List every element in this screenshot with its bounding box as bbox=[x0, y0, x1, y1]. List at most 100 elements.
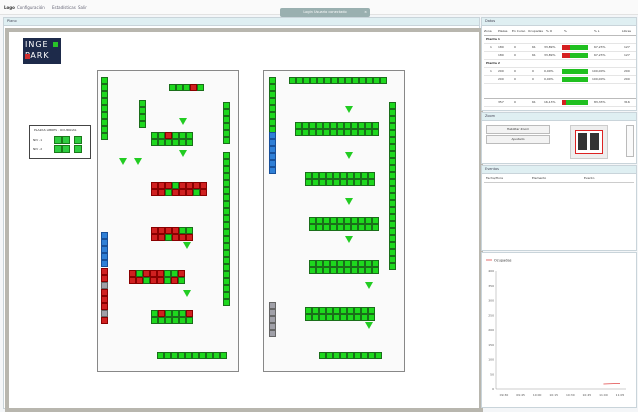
parking-spot[interactable] bbox=[179, 132, 186, 139]
parking-spot[interactable] bbox=[101, 91, 108, 98]
parking-spot[interactable] bbox=[269, 77, 276, 84]
parking-spot[interactable] bbox=[358, 224, 365, 231]
parking-spot[interactable] bbox=[269, 330, 276, 337]
parking-spot[interactable] bbox=[389, 207, 396, 214]
parking-spot[interactable] bbox=[389, 242, 396, 249]
parking-spot[interactable] bbox=[269, 309, 276, 316]
parking-spot[interactable] bbox=[344, 129, 351, 136]
parking-spot[interactable] bbox=[337, 129, 344, 136]
parking-spot[interactable] bbox=[223, 130, 230, 137]
parking-spot[interactable] bbox=[319, 307, 326, 314]
parking-spot[interactable] bbox=[351, 217, 358, 224]
parking-spot[interactable] bbox=[269, 119, 276, 126]
parking-spot[interactable] bbox=[389, 228, 396, 235]
parking-spot[interactable] bbox=[389, 144, 396, 151]
parking-spot[interactable] bbox=[389, 186, 396, 193]
parking-spot[interactable] bbox=[139, 107, 146, 114]
parking-spot[interactable] bbox=[101, 253, 108, 260]
parking-spot[interactable] bbox=[389, 109, 396, 116]
parking-spot[interactable] bbox=[365, 224, 372, 231]
parking-spot[interactable] bbox=[178, 352, 185, 359]
parking-spot[interactable] bbox=[312, 179, 319, 186]
parking-spot[interactable] bbox=[312, 314, 319, 321]
table-row[interactable]: 1 200 0 0 0,00% 100,00% 200 bbox=[484, 68, 636, 76]
parking-spot[interactable] bbox=[206, 352, 213, 359]
parking-spot[interactable] bbox=[305, 314, 312, 321]
parking-spot[interactable] bbox=[354, 314, 361, 321]
parking-spot[interactable] bbox=[193, 182, 200, 189]
parking-spot[interactable] bbox=[359, 77, 366, 84]
parking-spot[interactable] bbox=[223, 215, 230, 222]
parking-spot[interactable] bbox=[326, 172, 333, 179]
parking-spot[interactable] bbox=[223, 180, 230, 187]
parking-spot[interactable] bbox=[101, 105, 108, 112]
parking-spot[interactable] bbox=[223, 271, 230, 278]
group-row[interactable]: Planta 1 bbox=[484, 36, 636, 44]
parking-spot[interactable] bbox=[172, 139, 179, 146]
parking-spot[interactable] bbox=[101, 260, 108, 267]
parking-spot[interactable] bbox=[365, 122, 372, 129]
parking-spot[interactable] bbox=[338, 77, 345, 84]
parking-spot[interactable] bbox=[365, 129, 372, 136]
enable-zoom-button[interactable]: Habilitar Zoom bbox=[486, 125, 550, 134]
parking-spot[interactable] bbox=[101, 296, 108, 303]
parking-spot[interactable] bbox=[101, 246, 108, 253]
table-row[interactable]: 200 0 0 0,00% 100,00% 200 bbox=[484, 76, 636, 84]
parking-spot[interactable] bbox=[165, 310, 172, 317]
parking-spot[interactable] bbox=[151, 317, 158, 324]
parking-spot[interactable] bbox=[158, 317, 165, 324]
parking-spot[interactable] bbox=[179, 139, 186, 146]
parking-spot[interactable] bbox=[101, 282, 108, 289]
parking-spot[interactable] bbox=[361, 172, 368, 179]
parking-spot[interactable] bbox=[330, 129, 337, 136]
parking-spot[interactable] bbox=[389, 200, 396, 207]
zoom-viewport[interactable] bbox=[575, 130, 603, 154]
parking-spot[interactable] bbox=[179, 182, 186, 189]
parking-spot[interactable] bbox=[223, 109, 230, 116]
close-icon[interactable]: × bbox=[364, 8, 367, 17]
parking-spot[interactable] bbox=[347, 314, 354, 321]
parking-spot[interactable] bbox=[389, 165, 396, 172]
parking-spot[interactable] bbox=[309, 217, 316, 224]
parking-spot[interactable] bbox=[213, 352, 220, 359]
parking-spot[interactable] bbox=[375, 352, 382, 359]
parking-spot[interactable] bbox=[351, 260, 358, 267]
parking-spot[interactable] bbox=[143, 270, 150, 277]
parking-spot[interactable] bbox=[312, 307, 319, 314]
parking-spot[interactable] bbox=[164, 270, 171, 277]
parking-spot[interactable] bbox=[389, 137, 396, 144]
parking-spot[interactable] bbox=[330, 260, 337, 267]
parking-spot[interactable] bbox=[165, 139, 172, 146]
parking-spot[interactable] bbox=[269, 84, 276, 91]
parking-spot[interactable] bbox=[289, 77, 296, 84]
parking-spot[interactable] bbox=[101, 303, 108, 310]
parking-spot[interactable] bbox=[319, 352, 326, 359]
parking-spot[interactable] bbox=[389, 256, 396, 263]
parking-spot[interactable] bbox=[223, 243, 230, 250]
parking-spot[interactable] bbox=[326, 352, 333, 359]
parking-spot[interactable] bbox=[101, 275, 108, 282]
parking-spot[interactable] bbox=[171, 277, 178, 284]
parking-spot[interactable] bbox=[326, 307, 333, 314]
parking-spot[interactable] bbox=[323, 224, 330, 231]
parking-spot[interactable] bbox=[351, 267, 358, 274]
parking-spot[interactable] bbox=[101, 133, 108, 140]
parking-spot[interactable] bbox=[172, 234, 179, 241]
parking-spot[interactable] bbox=[223, 264, 230, 271]
parking-spot[interactable] bbox=[269, 98, 276, 105]
parking-spot[interactable] bbox=[365, 260, 372, 267]
parking-spot[interactable] bbox=[223, 123, 230, 130]
parking-spot[interactable] bbox=[139, 114, 146, 121]
parking-spot[interactable] bbox=[337, 217, 344, 224]
parking-spot[interactable] bbox=[347, 352, 354, 359]
parking-spot[interactable] bbox=[101, 317, 108, 324]
parking-spot[interactable] bbox=[380, 77, 387, 84]
parking-spot[interactable] bbox=[347, 307, 354, 314]
parking-spot[interactable] bbox=[269, 146, 276, 153]
parking-spot[interactable] bbox=[319, 314, 326, 321]
parking-spot[interactable] bbox=[389, 179, 396, 186]
parking-spot[interactable] bbox=[101, 268, 108, 275]
parking-spot[interactable] bbox=[223, 222, 230, 229]
parking-spot[interactable] bbox=[151, 139, 158, 146]
parking-spot[interactable] bbox=[358, 122, 365, 129]
